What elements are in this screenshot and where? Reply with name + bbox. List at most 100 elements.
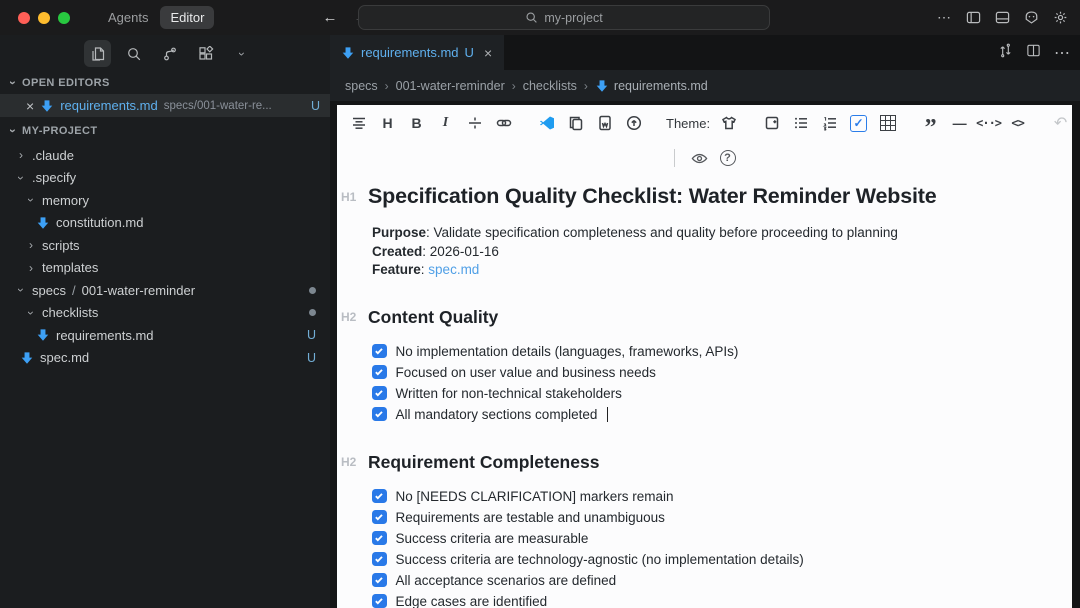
chevron-right-icon: › — [511, 78, 516, 93]
copy-icon[interactable] — [563, 111, 588, 136]
explorer-view-icon[interactable] — [84, 40, 111, 67]
theme-label: Theme: — [666, 115, 711, 131]
page-title: Specification Quality Checklist: Water R… — [368, 184, 937, 208]
open-editors-header[interactable]: › OPEN EDITORS — [0, 72, 330, 94]
insert-file-icon[interactable] — [759, 111, 784, 136]
close-window-button[interactable] — [18, 11, 30, 24]
checklist-item[interactable]: All acceptance scenarios are defined — [372, 570, 1044, 591]
checklist-item[interactable]: Focused on user value and business needs — [372, 362, 1044, 383]
checked-checkbox-icon[interactable] — [372, 509, 387, 525]
checklist-item[interactable]: All mandatory sections completed — [372, 404, 1044, 425]
chevron-down-icon: › — [14, 288, 28, 293]
checked-checkbox-icon[interactable] — [372, 593, 387, 608]
tree-folder-specify[interactable]: › .specify — [0, 167, 330, 190]
document-content[interactable]: H1 Specification Quality Checklist: Wate… — [337, 175, 1072, 608]
explorer-sidebar: › › OPEN EDITORS × requirements.md specs… — [0, 35, 330, 608]
chevron-right-icon: › — [19, 148, 23, 163]
strikethrough-icon[interactable] — [462, 111, 487, 136]
checked-checkbox-icon[interactable] — [372, 572, 387, 588]
close-tab-icon[interactable]: × — [484, 45, 492, 61]
help-icon[interactable]: ? — [719, 150, 736, 166]
tab-git-badge: U — [464, 45, 474, 60]
checked-checkbox-icon[interactable] — [372, 343, 387, 359]
checklist-item[interactable]: Requirements are testable and unambiguou… — [372, 507, 1044, 528]
checklist-item[interactable]: Success criteria are measurable — [372, 528, 1044, 549]
tree-folder-checklists[interactable]: › checklists — [0, 302, 330, 325]
outline-icon[interactable] — [346, 111, 371, 136]
checked-checkbox-icon[interactable] — [372, 530, 387, 546]
more-actions-icon[interactable]: ⋯ — [936, 9, 952, 26]
inline-code-icon[interactable]: <··> — [976, 111, 1002, 136]
checked-checkbox-icon[interactable] — [372, 406, 387, 422]
preview-eye-icon[interactable] — [691, 150, 708, 167]
markdown-editor-panel: H B I Theme: ✓ ” — <··> <> ↶ ? H1 Specif… — [337, 105, 1072, 608]
export-docx-icon[interactable] — [592, 111, 617, 136]
close-editor-icon[interactable]: × — [26, 98, 34, 114]
open-changes-icon[interactable] — [998, 43, 1013, 63]
checklist-item[interactable]: No [NEEDS CLARIFICATION] markers remain — [372, 486, 1044, 507]
views-chevron-down-icon[interactable]: › — [228, 40, 255, 67]
italic-icon[interactable]: I — [433, 111, 458, 136]
checklist-item[interactable]: Success criteria are technology-agnostic… — [372, 549, 1044, 570]
horizontal-rule-icon[interactable]: — — [947, 111, 972, 136]
code-block-icon[interactable]: <> — [1005, 111, 1030, 136]
checked-checkbox-icon[interactable] — [372, 488, 387, 504]
bold-icon[interactable]: B — [404, 111, 429, 136]
markdown-file-icon — [36, 216, 50, 230]
link-icon[interactable] — [491, 111, 516, 136]
breadcrumb-specs[interactable]: specs — [345, 79, 378, 93]
upload-cloud-icon[interactable] — [621, 111, 646, 136]
tree-file-constitution[interactable]: constitution.md — [0, 212, 330, 235]
vscode-logo-icon[interactable] — [534, 111, 559, 136]
section-title-requirement-completeness: Requirement Completeness — [368, 451, 600, 472]
bullet-list-icon[interactable] — [788, 111, 813, 136]
nav-tab-editor[interactable]: Editor — [160, 6, 215, 29]
breadcrumb-feature[interactable]: 001-water-reminder — [396, 79, 505, 93]
tree-folder-templates[interactable]: › templates — [0, 257, 330, 280]
nav-tab-agents[interactable]: Agents — [108, 10, 148, 25]
history-back-icon[interactable]: ← — [322, 9, 337, 26]
tree-file-spec[interactable]: spec.md U — [0, 347, 330, 370]
theme-shirt-icon[interactable] — [716, 111, 741, 136]
command-center-search[interactable]: my-project — [358, 5, 770, 30]
tree-folder-claude[interactable]: › .claude — [0, 144, 330, 167]
table-icon[interactable] — [875, 111, 900, 136]
checklist-content-quality: No implementation details (languages, fr… — [372, 341, 1044, 425]
copilot-icon[interactable] — [1023, 10, 1039, 26]
search-project-name: my-project — [544, 10, 603, 25]
modified-children-dot — [309, 286, 316, 294]
tree-folder-memory[interactable]: › memory — [0, 189, 330, 212]
checklist-item[interactable]: Written for non-technical stakeholders — [372, 383, 1044, 404]
heading-icon[interactable]: H — [375, 111, 400, 136]
toggle-sidebar-icon[interactable] — [965, 10, 981, 26]
tab-bar: requirements.md U × ⋯ — [330, 35, 1080, 70]
tab-requirements-md[interactable]: requirements.md U × — [330, 35, 505, 70]
extensions-view-icon[interactable] — [192, 40, 219, 67]
blockquote-icon[interactable]: ” — [918, 111, 943, 140]
zoom-window-button[interactable] — [58, 11, 70, 24]
checked-checkbox-icon[interactable] — [372, 385, 387, 401]
split-editor-icon[interactable] — [1026, 43, 1041, 63]
search-view-icon[interactable] — [120, 40, 147, 67]
ordered-list-icon[interactable] — [817, 111, 842, 136]
checked-checkbox-icon[interactable] — [372, 364, 387, 380]
chevron-right-icon: › — [29, 238, 33, 253]
tree-file-requirements[interactable]: requirements.md U — [0, 324, 330, 347]
settings-gear-icon[interactable] — [1052, 10, 1068, 26]
minimize-window-button[interactable] — [38, 11, 50, 24]
spec-link[interactable]: spec.md — [428, 262, 479, 277]
breadcrumb-checklists[interactable]: checklists — [523, 79, 577, 93]
toggle-panel-icon[interactable] — [994, 10, 1010, 26]
checklist-item[interactable]: Edge cases are identified — [372, 591, 1044, 608]
tree-folder-scripts[interactable]: › scripts — [0, 234, 330, 257]
source-control-icon[interactable] — [156, 40, 183, 67]
project-root-header[interactable]: › MY-PROJECT — [0, 120, 330, 142]
checklist-icon[interactable]: ✓ — [846, 111, 871, 136]
markdown-file-icon — [40, 99, 54, 113]
checklist-item[interactable]: No implementation details (languages, fr… — [372, 341, 1044, 362]
more-editor-actions-icon[interactable]: ⋯ — [1054, 43, 1070, 63]
breadcrumb-file[interactable]: requirements.md — [595, 79, 708, 93]
checked-checkbox-icon[interactable] — [372, 551, 387, 567]
open-editor-item[interactable]: × requirements.md specs/001-water-re... … — [0, 94, 330, 117]
tree-folder-specs-compact[interactable]: › specs / 001-water-reminder — [0, 279, 330, 302]
